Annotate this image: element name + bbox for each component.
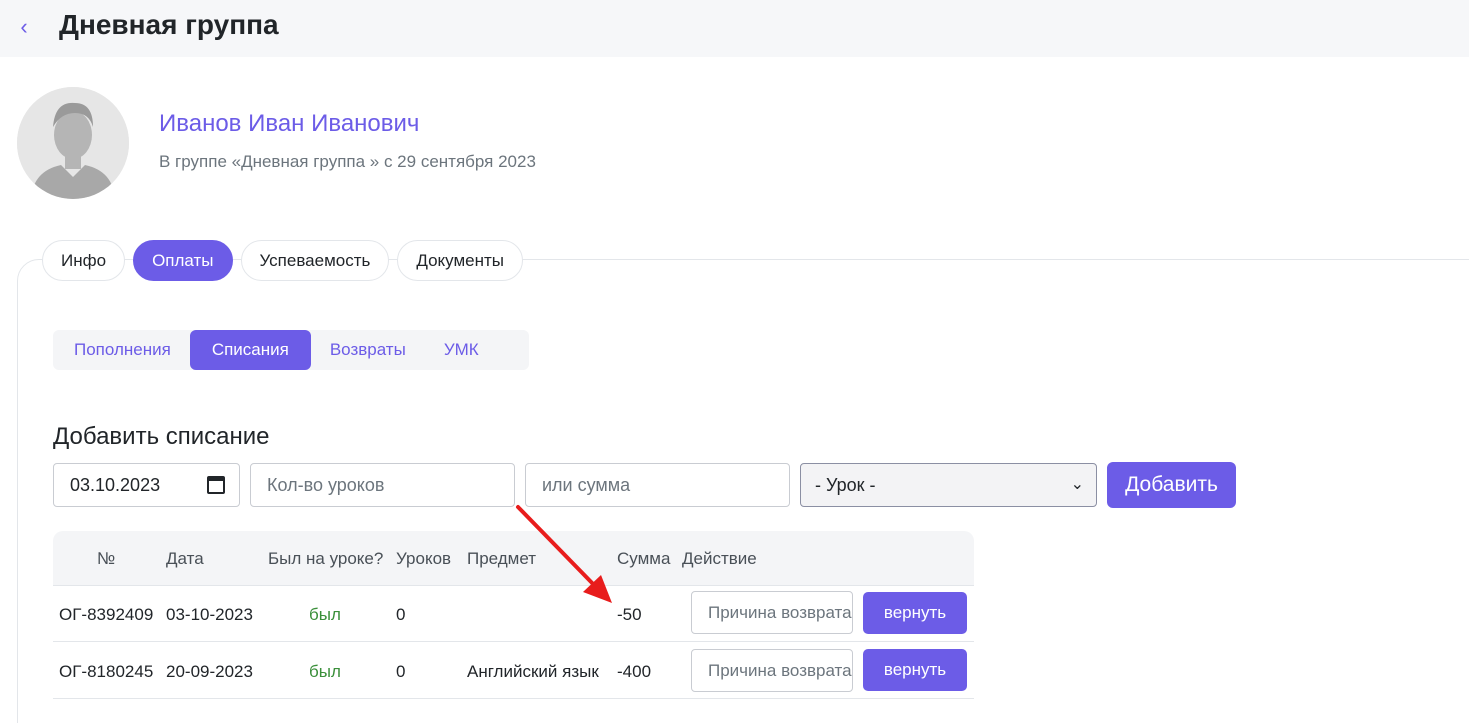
row-subject: Английский язык xyxy=(467,662,599,681)
row-lessons: 0 xyxy=(396,605,406,624)
calendar-icon[interactable] xyxy=(207,476,225,494)
person-silhouette-icon xyxy=(17,87,129,199)
student-group-info: В группе «Дневная группа » с 29 сентября… xyxy=(159,152,536,171)
col-attended: Был на уроке? xyxy=(268,549,384,568)
row-id: ОГ-8180245 xyxy=(59,662,154,681)
return-button[interactable]: вернуть xyxy=(863,649,967,691)
avatar xyxy=(17,87,129,199)
row-date: 20-09-2023 xyxy=(166,662,253,681)
return-button[interactable]: вернуть xyxy=(863,592,967,634)
subtab-umk[interactable]: УМК xyxy=(425,330,498,370)
col-action: Действие xyxy=(682,549,757,568)
back-chevron-left-icon[interactable]: ‹ xyxy=(12,12,36,42)
date-input[interactable]: 03.10.2023 xyxy=(53,463,240,507)
form-title: Добавить списание xyxy=(53,423,270,450)
col-lessons: Уроков xyxy=(396,549,452,568)
sum-input[interactable]: или сумма xyxy=(525,463,790,507)
row-sum: -50 xyxy=(617,605,642,624)
row-date: 03-10-2023 xyxy=(166,605,253,624)
chevron-down-icon: ⌄ xyxy=(1070,476,1084,493)
row-attended: был xyxy=(309,605,341,624)
tab-documents[interactable]: Документы xyxy=(397,240,523,281)
lesson-select[interactable]: - Урок - ⌄ xyxy=(800,463,1097,507)
lesson-select-value: - Урок - xyxy=(815,475,876,495)
payment-subtabs: Пополнения Списания Возвраты УМК xyxy=(53,330,529,370)
col-date: Дата xyxy=(166,549,204,568)
row-id: ОГ-8392409 xyxy=(59,605,154,624)
subtab-writeoffs[interactable]: Списания xyxy=(189,330,311,370)
row-sum: -400 xyxy=(617,662,652,681)
page-title: Дневная группа xyxy=(59,9,279,40)
top-bar: ‹ Дневная группа xyxy=(0,0,1469,57)
date-value: 03.10.2023 xyxy=(70,475,161,495)
col-subject: Предмет xyxy=(467,549,537,568)
row-lessons: 0 xyxy=(396,662,406,681)
tab-payments[interactable]: Оплаты xyxy=(133,240,233,281)
add-button[interactable]: Добавить xyxy=(1107,462,1236,508)
subtab-topups[interactable]: Пополнения xyxy=(55,330,190,370)
col-sum: Сумма xyxy=(617,549,671,568)
lessons-count-input[interactable]: Кол-во уроков xyxy=(250,463,515,507)
tab-info[interactable]: Инфо xyxy=(42,240,126,281)
refund-reason-input[interactable]: Причина возврата xyxy=(691,649,853,692)
row-attended: был xyxy=(309,662,341,681)
student-name[interactable]: Иванов Иван Иванович xyxy=(159,110,419,138)
tab-progress[interactable]: Успеваемость xyxy=(240,240,390,281)
main-tabs: Инфо Оплаты Успеваемость Документы xyxy=(42,240,531,281)
refund-reason-input[interactable]: Причина возврата xyxy=(691,591,853,634)
subtab-refunds[interactable]: Возвраты xyxy=(311,330,425,370)
col-number: № xyxy=(97,549,116,568)
